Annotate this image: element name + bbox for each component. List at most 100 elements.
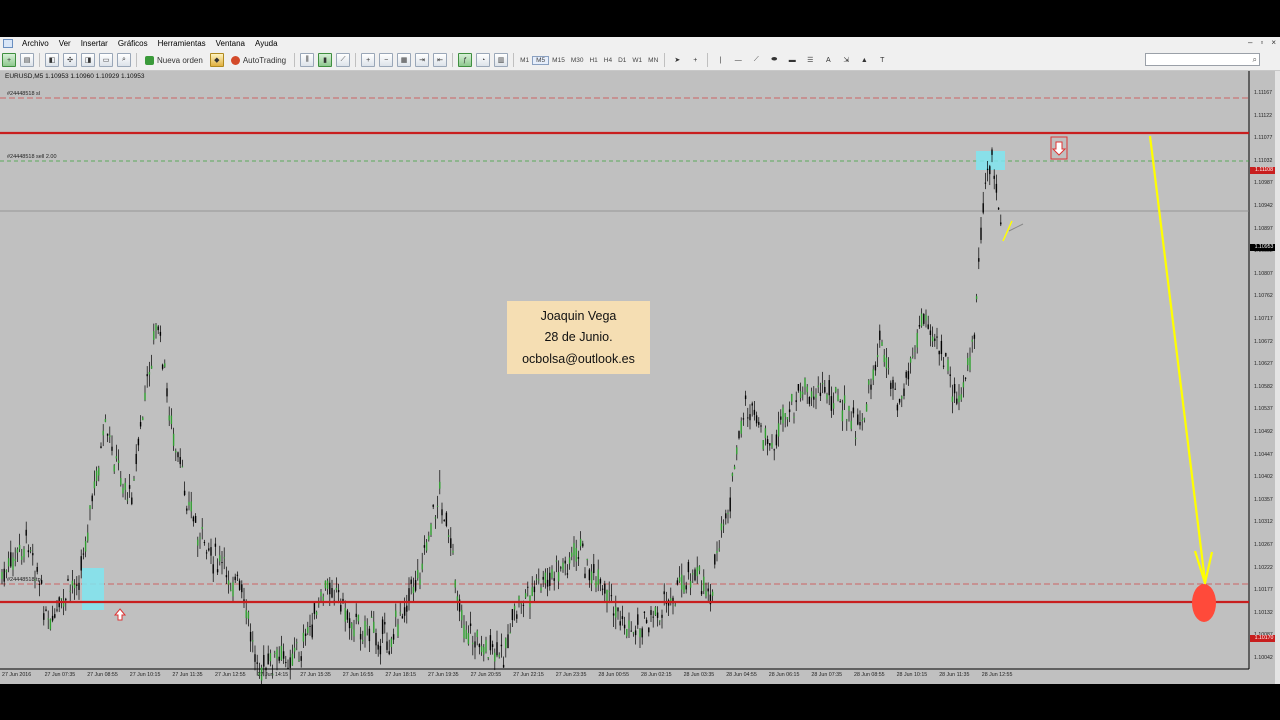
candle-body — [841, 410, 844, 422]
candle-body — [197, 539, 199, 546]
menu-archivo[interactable]: Archivo — [17, 39, 54, 48]
profiles-icon[interactable]: ▤ — [20, 53, 34, 67]
price-axis-label: 1.10177 — [1254, 587, 1273, 594]
cursor-icon[interactable]: ➤ — [670, 53, 684, 67]
candle-body — [216, 569, 219, 573]
candle-body — [203, 542, 206, 544]
line-chart-icon[interactable]: ⟋ — [336, 53, 351, 67]
arrows-icon[interactable]: ⇲ — [839, 53, 853, 67]
tile-windows-icon[interactable]: ▦ — [397, 53, 412, 67]
candlestick-icon[interactable]: ▮ — [318, 53, 333, 67]
trendline-icon[interactable]: ⟋ — [749, 53, 763, 67]
crosshair-icon[interactable]: + — [688, 53, 702, 67]
author-name: Joaquin Vega — [540, 308, 617, 323]
menu-ventana[interactable]: Ventana — [211, 39, 250, 48]
price-axis-label: 1.10762 — [1254, 293, 1273, 300]
candle-body — [857, 414, 859, 425]
candle-body — [590, 571, 593, 584]
candle-body — [573, 543, 575, 556]
candle-body — [588, 569, 591, 581]
rectangle-icon[interactable]: ▬ — [785, 53, 799, 67]
menu-insertar[interactable]: Insertar — [76, 39, 113, 48]
price-chart[interactable]: EURUSD,M5 1.10953 1.10960 1.10929 1.1095… — [0, 71, 1280, 684]
restore-button[interactable]: ▫ — [1260, 38, 1263, 47]
menu-ayuda[interactable]: Ayuda — [250, 39, 283, 48]
candle-body — [751, 403, 753, 406]
candle-body — [406, 605, 408, 612]
candle-body — [615, 606, 617, 618]
candle-body — [898, 399, 901, 403]
timeframe-h1[interactable]: H1 — [586, 57, 600, 64]
candle-body — [863, 418, 866, 420]
metaeditor-icon[interactable]: ◆ — [209, 53, 224, 67]
market-watch-icon[interactable]: ◧ — [45, 53, 59, 67]
time-axis-label: 28 Jun 10:15 — [896, 672, 928, 678]
terminal-icon[interactable]: ◨ — [81, 53, 95, 67]
candle-body — [645, 619, 648, 624]
zoom-in-icon[interactable]: + — [361, 53, 376, 67]
new-order-button[interactable]: Nueva orden — [142, 53, 206, 67]
timeframe-mn[interactable]: MN — [645, 57, 661, 64]
candle-body — [793, 416, 795, 418]
fibonacci-icon[interactable]: ☰ — [803, 53, 817, 67]
chart-scrollbar[interactable] — [1275, 71, 1280, 684]
candle-body — [36, 566, 38, 572]
candle-body — [106, 433, 109, 436]
indicators-icon[interactable]: ƒ — [458, 53, 473, 67]
minimize-button[interactable]: – — [1248, 38, 1252, 47]
vertical-line-icon[interactable]: | — [713, 53, 727, 67]
candle-body — [144, 392, 146, 401]
upper-line-price-tag: 1.11108 — [1250, 167, 1278, 174]
search-input[interactable]: ⌕ — [1145, 53, 1260, 66]
candle-body — [419, 579, 421, 585]
tester-icon[interactable]: ▭ — [99, 53, 113, 67]
timeframe-h4[interactable]: H4 — [601, 57, 615, 64]
candle-body — [117, 460, 120, 463]
menu-herramientas[interactable]: Herramientas — [153, 39, 211, 48]
data-window-icon[interactable]: ⌕ — [117, 53, 131, 67]
horizontal-line-icon[interactable]: — — [731, 53, 745, 67]
periods-icon[interactable]: ◔ — [476, 53, 491, 67]
menu-graficos[interactable]: Gráficos — [113, 39, 153, 48]
candle-body — [29, 550, 32, 552]
timeframe-d1[interactable]: D1 — [615, 57, 629, 64]
text-label-icon[interactable]: T — [875, 53, 889, 67]
new-order-label: Nueva orden — [157, 55, 203, 65]
zoom-out-icon[interactable]: − — [379, 53, 394, 67]
ellipse-icon[interactable]: ⬬ — [767, 53, 781, 67]
candle-body — [566, 573, 569, 575]
video-letterbox-top — [0, 0, 1280, 37]
candle-body — [544, 572, 547, 584]
triangle-icon[interactable]: ▲ — [857, 53, 871, 67]
timeframe-m15[interactable]: M15 — [549, 57, 568, 64]
timeframe-m1[interactable]: M1 — [517, 57, 532, 64]
candle-body — [553, 578, 555, 581]
text-icon[interactable]: A — [821, 53, 835, 67]
autotrading-button[interactable]: AutoTrading — [228, 53, 289, 67]
timeframe-m5[interactable]: M5 — [532, 55, 550, 65]
new-chart-icon[interactable]: + — [2, 53, 16, 67]
time-axis-label: 27 Jun 12:55 — [215, 672, 246, 678]
candle-body — [593, 564, 595, 574]
chart-shift-icon[interactable]: ⇤ — [433, 53, 448, 67]
auto-scroll-icon[interactable]: ⇥ — [415, 53, 430, 67]
candle-body — [509, 632, 511, 634]
candle-body — [357, 614, 360, 622]
candle-body — [254, 654, 256, 662]
time-axis-label: 27 Jun 10:15 — [129, 672, 161, 678]
candle-body — [909, 358, 912, 363]
templates-icon[interactable]: ▥ — [494, 53, 509, 67]
timeframe-w1[interactable]: W1 — [629, 57, 645, 64]
price-axis-label: 1.10537 — [1254, 406, 1273, 413]
close-button[interactable]: × — [1271, 38, 1276, 47]
candle-body — [810, 391, 813, 398]
cursor-trace-line — [1008, 223, 1024, 232]
candle-body — [238, 580, 241, 590]
bar-chart-icon[interactable]: ⫼ — [300, 53, 315, 67]
candle-body — [346, 610, 349, 620]
price-axis-label: 1.10582 — [1254, 383, 1273, 390]
navigator-icon[interactable]: ✣ — [63, 53, 77, 67]
menu-ver[interactable]: Ver — [54, 39, 76, 48]
timeframe-m30[interactable]: M30 — [568, 57, 587, 64]
candle-body — [923, 314, 925, 324]
